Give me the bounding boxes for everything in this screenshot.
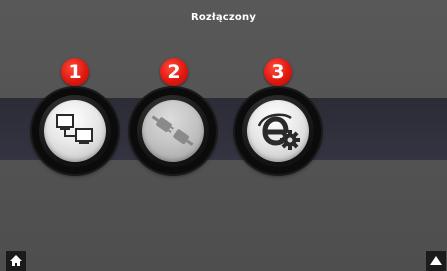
badge-2: 2 bbox=[160, 58, 188, 86]
up-arrow-icon bbox=[430, 256, 442, 265]
network-computers-icon bbox=[56, 114, 93, 144]
home-icon bbox=[10, 255, 22, 266]
network-button[interactable] bbox=[32, 88, 118, 174]
disconnected-plug-icon bbox=[151, 115, 194, 146]
status-title: Rozłączony bbox=[190, 12, 257, 23]
disconnect-button[interactable] bbox=[130, 88, 216, 174]
internet-explorer-settings-icon bbox=[257, 113, 300, 150]
internet-settings-button[interactable] bbox=[235, 88, 321, 174]
scroll-up-button[interactable] bbox=[426, 251, 446, 271]
badge-1: 1 bbox=[61, 58, 89, 86]
badge-3: 3 bbox=[264, 58, 292, 86]
home-button[interactable] bbox=[6, 251, 26, 271]
connection-screen: Rozłączony 1 2 3 bbox=[0, 0, 447, 271]
